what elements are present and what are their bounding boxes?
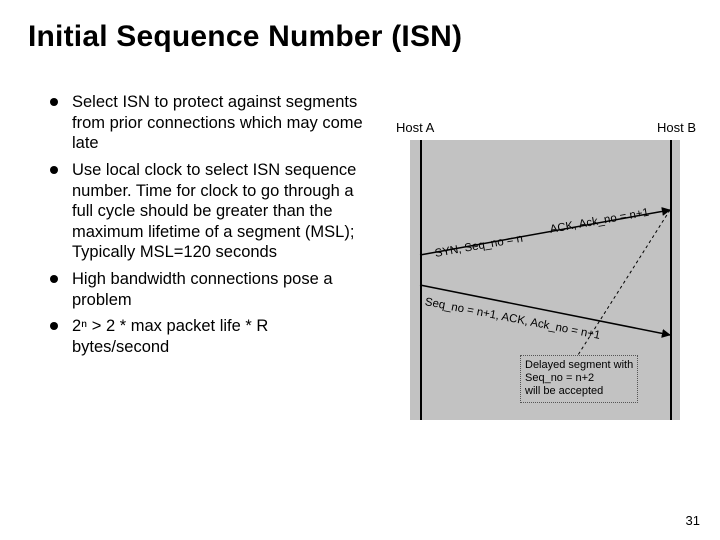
bullet-item: 2ⁿ > 2 * max packet life * R bytes/secon… [46,316,366,357]
bullet-item: Use local clock to select ISN sequence n… [46,160,366,263]
bullet-text: 2ⁿ > 2 * max packet life * R bytes/secon… [72,317,268,356]
bullet-item: Select ISN to protect against segments f… [46,92,366,154]
bullet-item: High bandwidth connections pose a proble… [46,269,366,310]
slide-title: Initial Sequence Number (ISN) [28,20,462,54]
host-a-label: Host A [396,120,434,135]
bullet-text: Use local clock to select ISN sequence n… [72,161,356,262]
sequence-diagram: Host A Host B SYN, Seq_no = n ACK, Ack_n… [390,120,690,440]
delayed-segment-note: Delayed segment with Seq_no = n+2 will b… [520,355,638,403]
note-text: Delayed segment with Seq_no = n+2 will b… [525,359,633,397]
bullet-list: Select ISN to protect against segments f… [46,92,366,364]
bullet-text: High bandwidth connections pose a proble… [72,270,333,309]
bullet-text: Select ISN to protect against segments f… [72,93,363,152]
page-number: 31 [686,513,700,528]
host-b-label: Host B [657,120,696,135]
slide: Initial Sequence Number (ISN) Select ISN… [0,0,720,540]
